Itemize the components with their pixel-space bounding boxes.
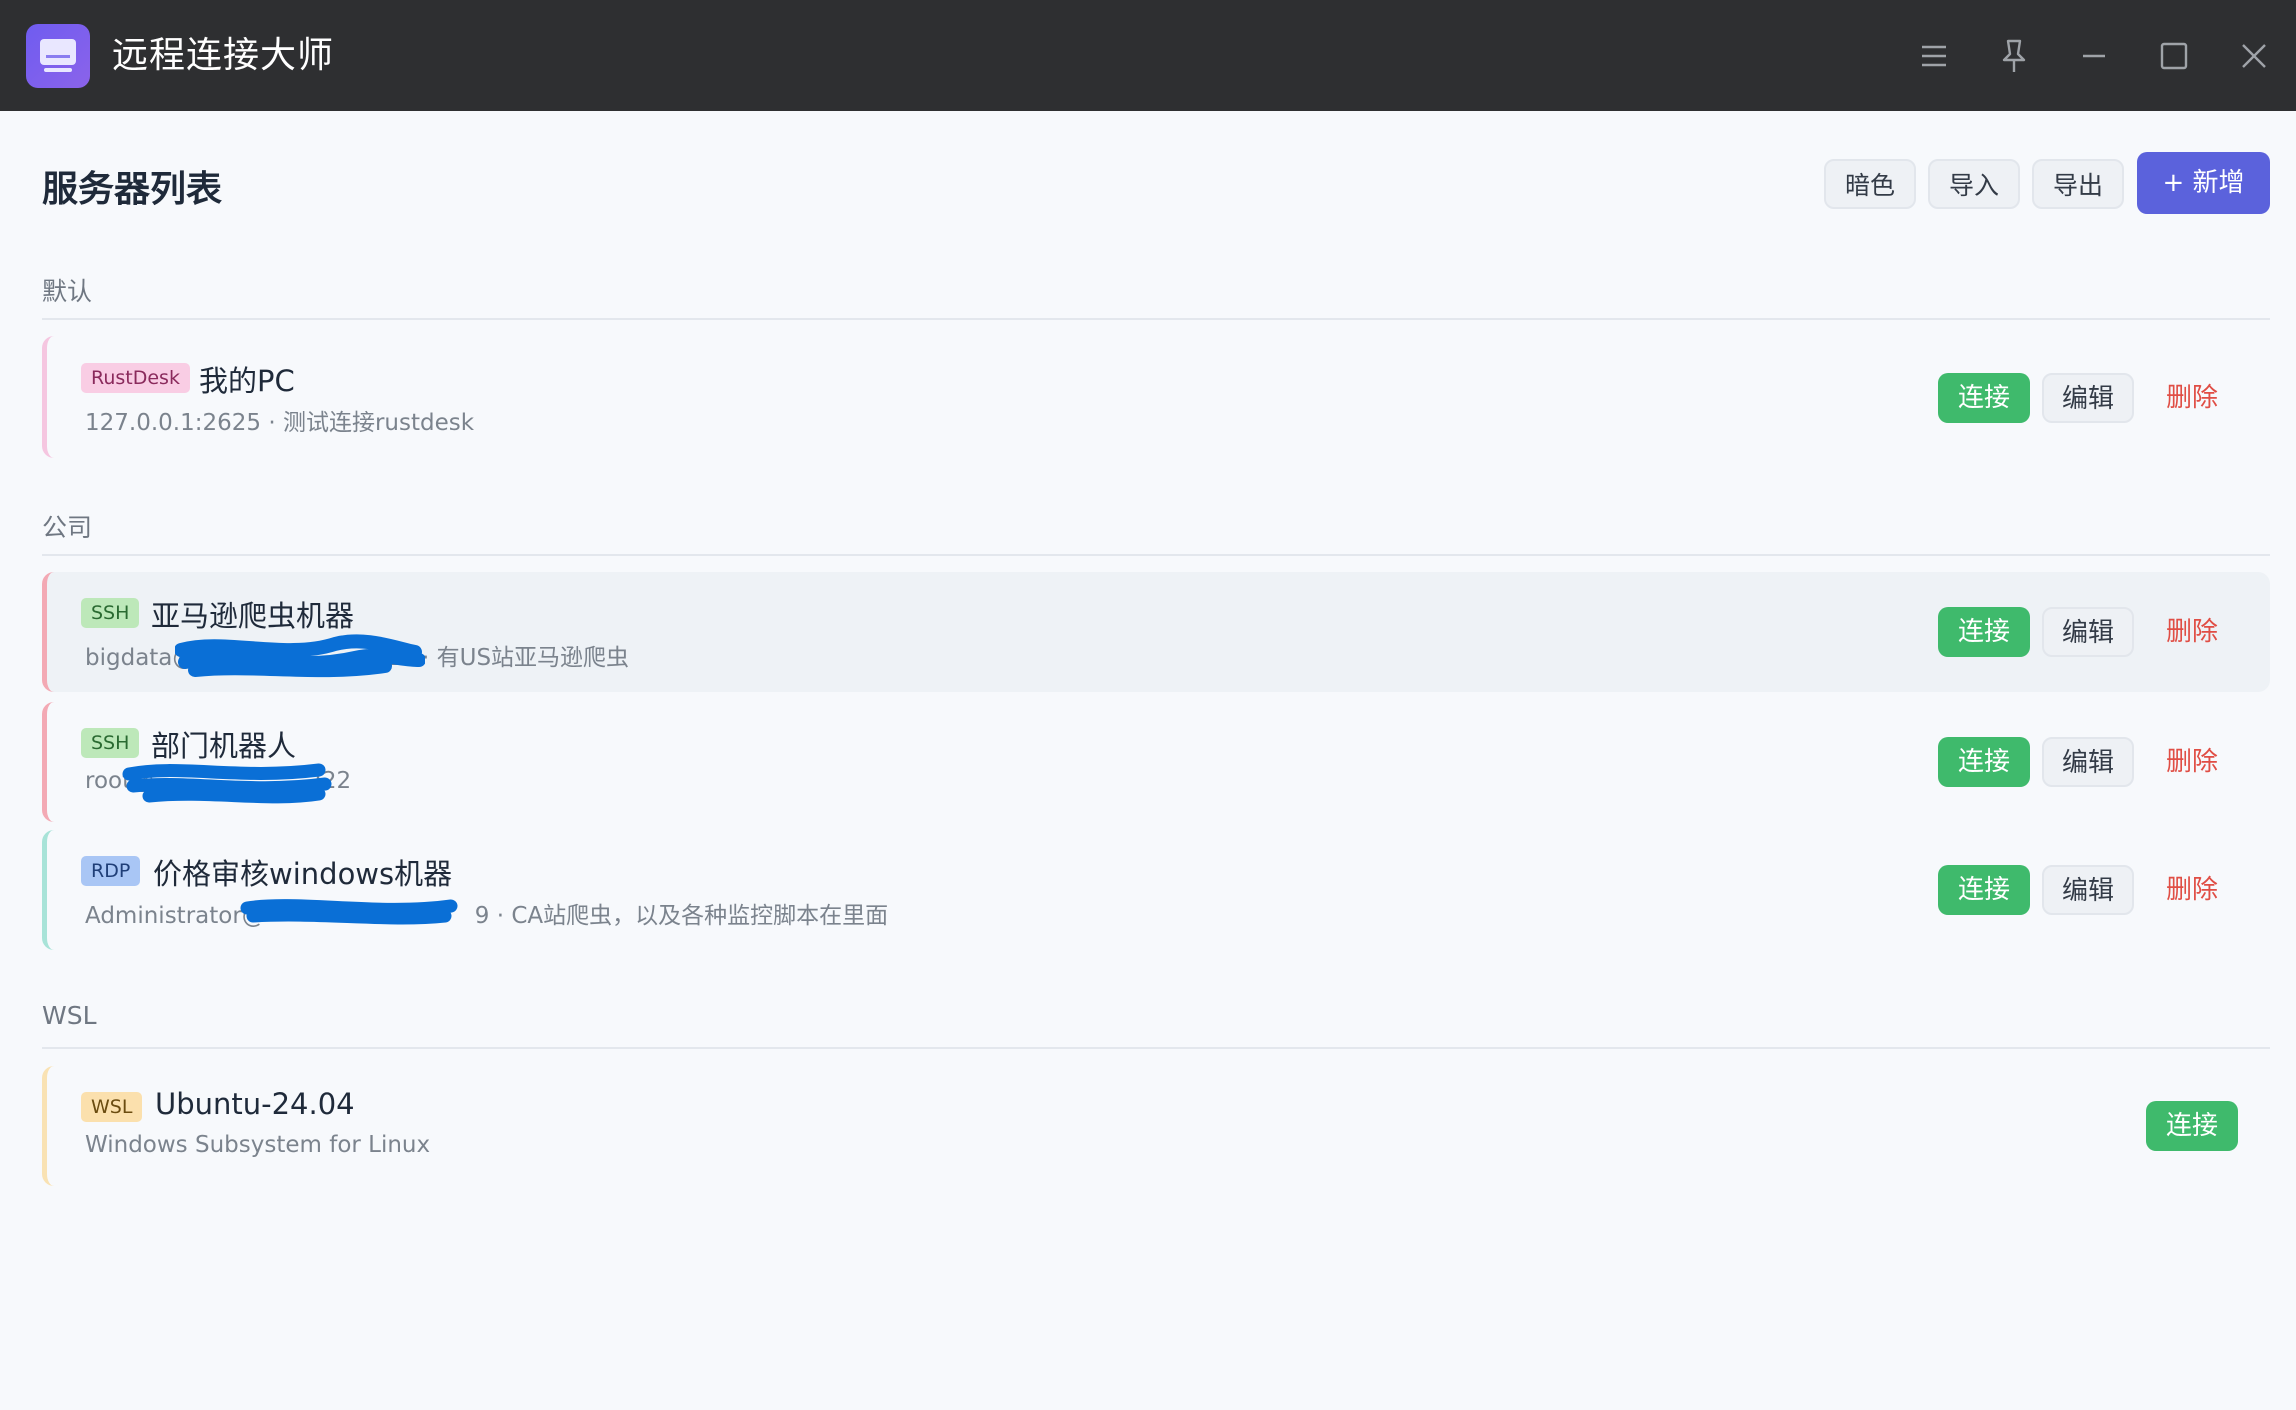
server-card[interactable]: SSH 部门机器人 root@:22 连接 编辑 删除 — [42, 702, 2270, 822]
protocol-badge: RDP — [81, 856, 141, 886]
theme-toggle-button[interactable]: 暗色 — [1824, 159, 1916, 209]
server-name: 我的PC — [199, 364, 295, 398]
delete-button[interactable]: 删除 — [2146, 865, 2238, 915]
group-divider — [42, 318, 2270, 320]
app-title: 远程连接大师 — [112, 35, 335, 76]
redaction-scribble — [122, 763, 332, 804]
protocol-badge: RustDesk — [81, 363, 190, 393]
minimize-icon[interactable] — [2066, 28, 2122, 84]
delete-button[interactable]: 删除 — [2146, 607, 2238, 657]
delete-button[interactable]: 删除 — [2146, 373, 2238, 423]
protocol-badge: WSL — [81, 1092, 143, 1122]
connect-button[interactable]: 连接 — [1938, 373, 2030, 423]
protocol-badge: SSH — [81, 728, 140, 758]
server-name: 价格审核windows机器 — [153, 857, 453, 891]
pin-icon[interactable] — [1986, 28, 2042, 84]
server-address: 127.0.0.1:2625 · 测试连接rustdesk — [85, 410, 475, 436]
group-divider — [42, 554, 2270, 556]
server-card[interactable]: RustDesk 我的PC 127.0.0.1:2625 · 测试连接rustd… — [42, 336, 2270, 458]
redaction-scribble — [240, 899, 458, 925]
server-card[interactable]: RDP 价格审核windows机器 Administrator@ 9 · CA站爬… — [42, 830, 2270, 950]
edit-button[interactable]: 编辑 — [2042, 865, 2134, 915]
close-icon[interactable] — [2226, 28, 2282, 84]
server-card[interactable]: WSL Ubuntu-24.04 Windows Subsystem for L… — [42, 1066, 2270, 1186]
server-name: 亚马逊爬虫机器 — [151, 599, 355, 633]
menu-icon[interactable] — [1906, 28, 1962, 84]
title-bar: 远程连接大师 — [0, 0, 2296, 111]
import-button[interactable]: 导入 — [1928, 159, 2020, 209]
app-logo-icon — [26, 24, 90, 88]
protocol-badge: SSH — [81, 598, 140, 628]
connect-button[interactable]: 连接 — [1938, 607, 2030, 657]
group-label-company: 公司 — [42, 513, 93, 542]
edit-button[interactable]: 编辑 — [2042, 607, 2134, 657]
connect-button[interactable]: 连接 — [2146, 1101, 2238, 1151]
edit-button[interactable]: 编辑 — [2042, 737, 2134, 787]
maximize-icon[interactable] — [2146, 28, 2202, 84]
add-server-button[interactable]: + 新增 — [2137, 152, 2270, 214]
edit-button[interactable]: 编辑 — [2042, 373, 2134, 423]
group-divider — [42, 1047, 2270, 1049]
server-name: Ubuntu-24.04 — [155, 1087, 355, 1121]
connect-button[interactable]: 连接 — [1938, 737, 2030, 787]
server-address: Windows Subsystem for Linux — [85, 1132, 431, 1158]
server-address: Administrator@ 9 · CA站爬虫，以及各种监控脚本在里面 — [85, 903, 889, 929]
delete-button[interactable]: 删除 — [2146, 737, 2238, 787]
export-button[interactable]: 导出 — [2032, 159, 2124, 209]
connect-button[interactable]: 连接 — [1938, 865, 2030, 915]
server-card[interactable]: SSH 亚马逊爬虫机器 bigdata@ 22 · 有US站亚马逊爬虫 连接 编辑… — [42, 572, 2270, 692]
page-title: 服务器列表 — [42, 169, 223, 210]
group-label-default: 默认 — [42, 277, 93, 306]
redaction-scribble — [175, 634, 425, 678]
group-label-wsl: WSL — [42, 1001, 97, 1030]
